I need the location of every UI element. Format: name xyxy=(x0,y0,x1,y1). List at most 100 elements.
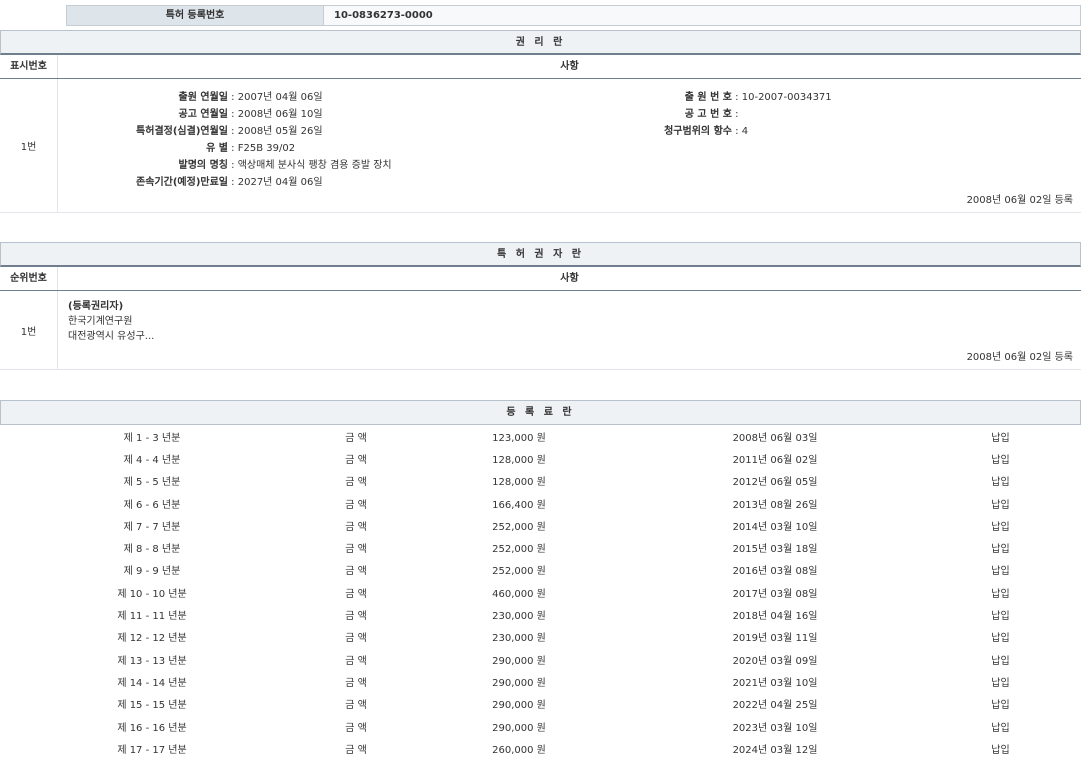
holders-col-num: 순위번호 xyxy=(0,267,58,290)
field-sep: : xyxy=(732,126,742,137)
registration-number: 10-0836273-0000 xyxy=(324,5,1081,26)
fee-label: 금 액 xyxy=(304,470,408,492)
fee-amount: 460,000 원 xyxy=(408,581,630,603)
fee-status: 납입 xyxy=(920,425,1081,447)
holders-row: 1번 (등록권리자) 한국기계연구원 대전광역시 유성구... 2008년 06… xyxy=(0,291,1081,370)
fee-period: 제 5 - 5 년분 xyxy=(0,470,304,492)
rights-header: 표시번호 사항 xyxy=(0,55,1081,79)
fee-row: 제 15 - 15 년분금 액290,000 원2022년 04월 25일납입 xyxy=(0,693,1081,715)
fee-status: 납입 xyxy=(920,536,1081,558)
fee-date: 2011년 06월 02일 xyxy=(630,447,920,469)
field-sep: : xyxy=(228,160,238,171)
fee-status: 납입 xyxy=(920,715,1081,737)
holder-role: (등록권리자) xyxy=(68,299,154,314)
field-key: 공 고 번 호 xyxy=(560,105,732,120)
fee-label: 금 액 xyxy=(304,626,408,648)
fee-label: 금 액 xyxy=(304,648,408,670)
fee-status: 납입 xyxy=(920,447,1081,469)
fee-row: 제 6 - 6 년분금 액166,400 원2013년 08월 26일납입 xyxy=(0,492,1081,514)
fee-date: 2017년 03월 08일 xyxy=(630,581,920,603)
fee-date: 2015년 03월 18일 xyxy=(630,536,920,558)
field-key: 발명의 명칭 xyxy=(66,156,228,171)
fee-period: 제 7 - 7 년분 xyxy=(0,514,304,536)
fee-status: 납입 xyxy=(920,603,1081,625)
fee-date: 2018년 04월 16일 xyxy=(630,603,920,625)
fee-row: 제 12 - 12 년분금 액230,000 원2019년 03월 11일납입 xyxy=(0,626,1081,648)
fee-row: 제 8 - 8 년분금 액252,000 원2015년 03월 18일납입 xyxy=(0,536,1081,558)
field-sep: : xyxy=(228,92,238,103)
fee-status: 납입 xyxy=(920,648,1081,670)
fee-amount: 290,000 원 xyxy=(408,648,630,670)
field-sep: : xyxy=(228,109,238,120)
field-sep: : xyxy=(228,143,238,154)
fee-amount: 290,000 원 xyxy=(408,693,630,715)
field-value: 10-2007-0034371 xyxy=(742,92,832,103)
field-sep: : xyxy=(228,126,238,137)
fee-period: 제 12 - 12 년분 xyxy=(0,626,304,648)
fee-period: 제 11 - 11 년분 xyxy=(0,603,304,625)
fee-period: 제 17 - 17 년분 xyxy=(0,737,304,759)
fee-label: 금 액 xyxy=(304,536,408,558)
field-application-date: 출원 연월일 : 2007년 04월 06일 xyxy=(66,88,323,103)
fee-row: 제 10 - 10 년분금 액460,000 원2017년 03월 08일납입 xyxy=(0,581,1081,603)
field-value: 2008년 05월 26일 xyxy=(238,126,323,137)
field-key: 존속기간(예정)만료일 xyxy=(66,173,228,188)
fee-period: 제 8 - 8 년분 xyxy=(0,536,304,558)
fee-row: 제 9 - 9 년분금 액252,000 원2016년 03월 08일납입 xyxy=(0,559,1081,581)
holders-title: 특 허 권 자 란 xyxy=(0,242,1081,267)
holder-address: 대전광역시 유성구... xyxy=(68,329,154,344)
fee-period: 제 1 - 3 년분 xyxy=(0,425,304,447)
fee-date: 2019년 03월 11일 xyxy=(630,626,920,648)
fee-row: 제 16 - 16 년분금 액290,000 원2023년 03월 10일납입 xyxy=(0,715,1081,737)
fees-section: 등 록 료 란 제 1 - 3 년분금 액123,000 원2008년 06월 … xyxy=(0,400,1081,759)
fee-period: 제 16 - 16 년분 xyxy=(0,715,304,737)
fee-amount: 128,000 원 xyxy=(408,447,630,469)
field-value: 4 xyxy=(742,126,748,137)
fee-row: 제 13 - 13 년분금 액290,000 원2020년 03월 09일납입 xyxy=(0,648,1081,670)
fee-status: 납입 xyxy=(920,559,1081,581)
rights-col-num: 표시번호 xyxy=(0,55,58,78)
field-decision-date: 특허결정(심결)연월일 : 2008년 05월 26일 xyxy=(66,122,323,137)
fee-row: 제 17 - 17 년분금 액260,000 원2024년 03월 12일납입 xyxy=(0,737,1081,759)
registration-label: 특허 등록번호 xyxy=(66,5,324,26)
fee-row: 제 11 - 11 년분금 액230,000 원2018년 04월 16일납입 xyxy=(0,603,1081,625)
fee-row: 제 4 - 4 년분금 액128,000 원2011년 06월 02일납입 xyxy=(0,447,1081,469)
holders-header: 순위번호 사항 xyxy=(0,267,1081,291)
fee-amount: 230,000 원 xyxy=(408,603,630,625)
fee-date: 2016년 03월 08일 xyxy=(630,559,920,581)
fee-period: 제 4 - 4 년분 xyxy=(0,447,304,469)
fee-table-body: 제 1 - 3 년분금 액123,000 원2008년 06월 03일납입제 4… xyxy=(0,425,1081,759)
fee-status: 납입 xyxy=(920,737,1081,759)
rights-title: 권 리 란 xyxy=(0,30,1081,55)
rights-row-number: 1번 xyxy=(0,79,58,212)
field-publication-date: 공고 연월일 : 2008년 06월 10일 xyxy=(66,105,323,120)
field-key: 유 별 xyxy=(66,139,228,154)
fee-status: 납입 xyxy=(920,670,1081,692)
fee-status: 납입 xyxy=(920,470,1081,492)
fee-amount: 123,000 원 xyxy=(408,425,630,447)
holders-section: 특 허 권 자 란 순위번호 사항 1번 (등록권리자) 한국기계연구원 대전광… xyxy=(0,242,1081,370)
rights-row: 1번 출원 연월일 : 2007년 04월 06일 공고 연월일 : 2008년… xyxy=(0,79,1081,213)
fee-date: 2022년 04월 25일 xyxy=(630,693,920,715)
fee-date: 2012년 06월 05일 xyxy=(630,470,920,492)
field-key: 공고 연월일 xyxy=(66,105,228,120)
field-value: F25B 39/02 xyxy=(238,143,295,154)
field-key: 특허결정(심결)연월일 xyxy=(66,122,228,137)
field-sep: : xyxy=(228,177,238,188)
field-sep: : xyxy=(732,109,739,120)
field-publication-number: 공 고 번 호 : xyxy=(560,105,739,120)
holders-row-number: 1번 xyxy=(0,291,58,369)
fee-period: 제 10 - 10 년분 xyxy=(0,581,304,603)
fee-amount: 230,000 원 xyxy=(408,626,630,648)
fees-title: 등 록 료 란 xyxy=(0,400,1081,425)
fee-amount: 128,000 원 xyxy=(408,470,630,492)
fee-label: 금 액 xyxy=(304,492,408,514)
field-value: 2007년 04월 06일 xyxy=(238,92,323,103)
holders-col-item: 사항 xyxy=(58,267,1081,290)
fee-amount: 252,000 원 xyxy=(408,559,630,581)
registration-row: 특허 등록번호 10-0836273-0000 xyxy=(0,5,1081,26)
field-application-number: 출 원 번 호 : 10-2007-0034371 xyxy=(560,88,832,103)
fee-amount: 290,000 원 xyxy=(408,715,630,737)
field-key: 출 원 번 호 xyxy=(560,88,732,103)
field-value: 액상매체 분사식 팽창 겸용 증발 장치 xyxy=(238,160,392,171)
